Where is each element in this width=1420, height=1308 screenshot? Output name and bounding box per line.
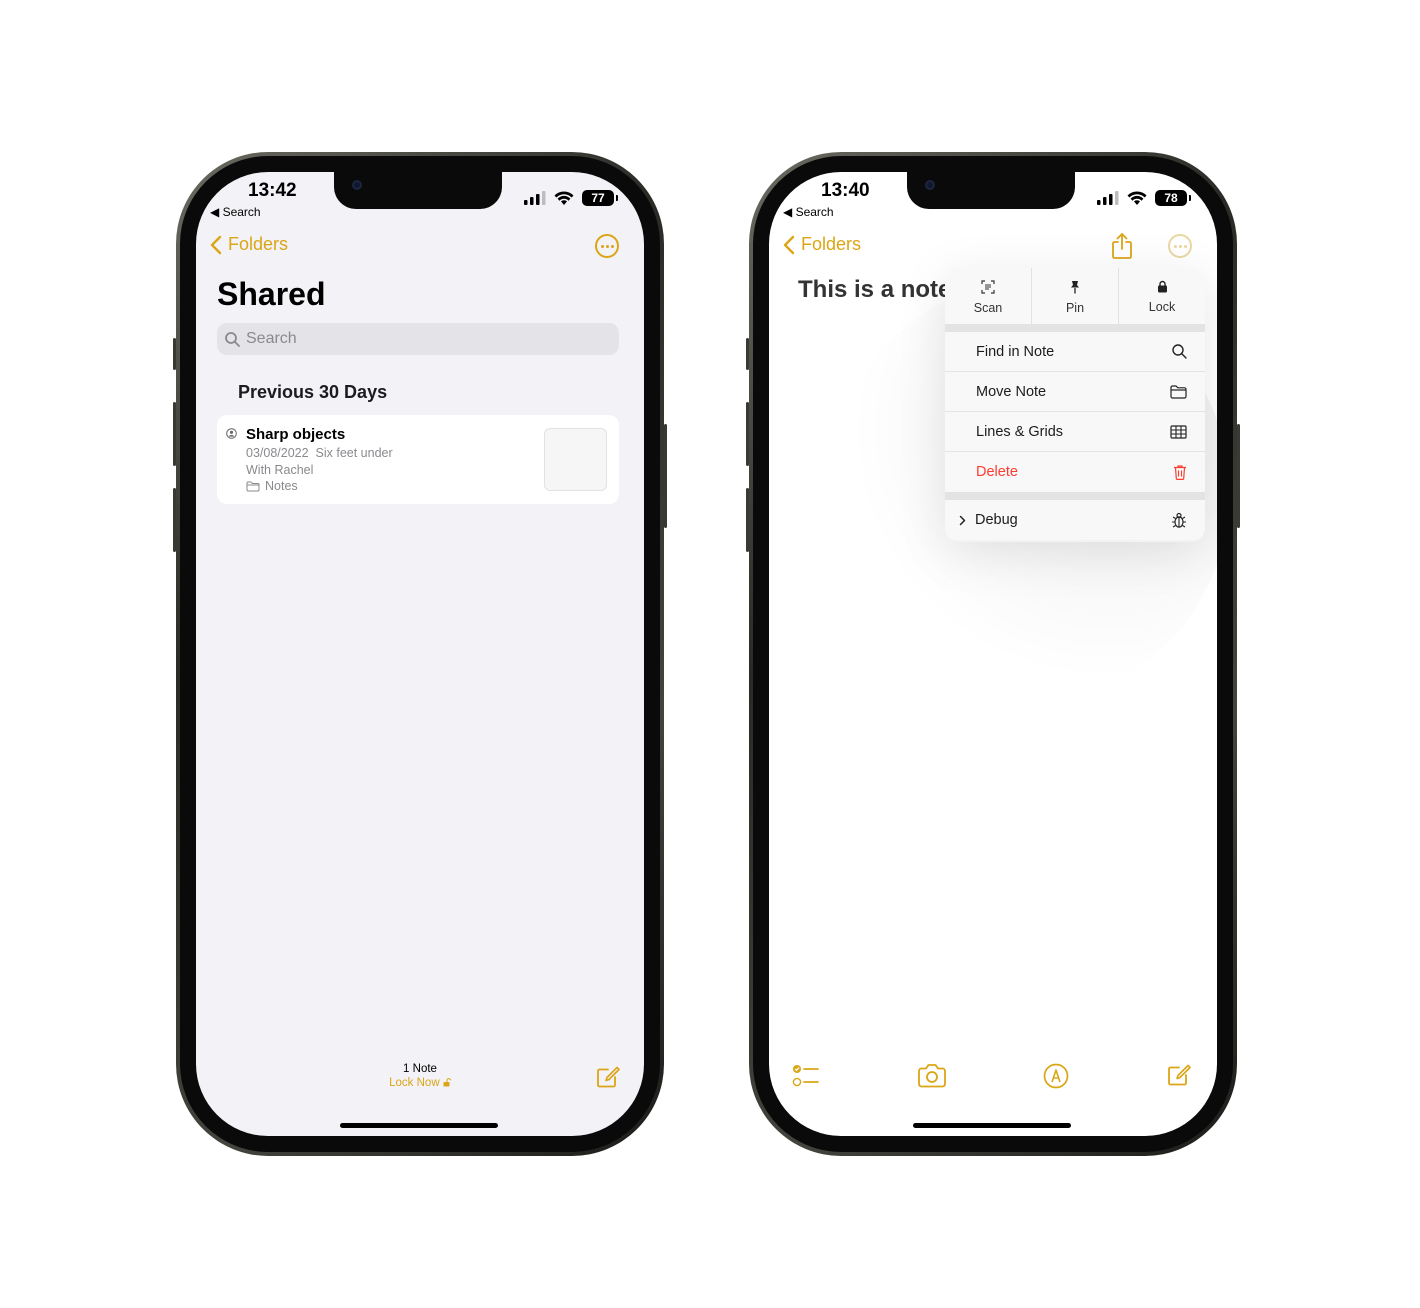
unlocked-icon (443, 1078, 451, 1087)
status-icons: 77 (524, 190, 618, 206)
folders-back-label: Folders (228, 234, 289, 254)
markup-pen-icon[interactable] (1043, 1063, 1069, 1089)
compose-icon[interactable] (596, 1065, 620, 1089)
wifi-icon (554, 190, 574, 205)
note-date-preview: 03/08/2022 Six feet under (246, 446, 393, 460)
home-indicator[interactable] (913, 1123, 1071, 1128)
camera-icon[interactable] (917, 1063, 947, 1089)
folders-back-button[interactable]: Folders (210, 234, 288, 255)
note-folder-name: Notes (265, 479, 298, 493)
search-placeholder: Search (246, 330, 297, 347)
lock-now-label: Lock Now (389, 1077, 440, 1089)
menu-quick-actions: Scan Pin Lock (945, 268, 1205, 324)
search-icon (225, 331, 240, 347)
wifi-icon (1127, 190, 1147, 205)
lock-label: Lock (1148, 300, 1176, 314)
shared-person-icon (226, 428, 237, 439)
move-note-label: Move Note (976, 383, 1047, 400)
share-icon[interactable] (1111, 232, 1133, 260)
debug-submenu-item[interactable]: Debug (945, 500, 1205, 540)
cellular-signal-icon (524, 191, 546, 205)
note-thumbnail (544, 428, 607, 491)
debug-label: Debug (975, 512, 1018, 528)
search-field[interactable]: Search (217, 323, 619, 355)
move-note-item[interactable]: Move Note (945, 372, 1205, 412)
bug-icon (1172, 512, 1186, 528)
scan-label: Scan (973, 301, 1003, 315)
notch (334, 172, 502, 209)
section-header: Previous 30 Days (238, 382, 388, 402)
back-to-search-link[interactable]: ◀ Search (210, 205, 261, 219)
compose-icon[interactable] (1167, 1063, 1191, 1087)
chevron-right-icon (959, 515, 966, 525)
phone-frame-left: 13:42 ◀ Search 77 Folders Shared Search … (173, 152, 667, 1156)
page-title: Shared (217, 276, 326, 312)
more-options-button[interactable] (595, 234, 619, 258)
notes-list-screen: 13:42 ◀ Search 77 Folders Shared Search … (196, 172, 644, 1136)
phone-frame-right: 13:40 ◀ Search 78 Folders This is a note… (746, 152, 1240, 1156)
find-in-note-label: Find in Note (976, 343, 1055, 360)
find-in-note-item[interactable]: Find in Note (945, 332, 1205, 372)
note-list-item[interactable]: Sharp objects 03/08/2022 Six feet under … (217, 415, 619, 504)
status-time: 13:42 (248, 180, 297, 201)
status-time: 13:40 (821, 180, 870, 201)
scan-action[interactable]: Scan (945, 268, 1032, 324)
folders-back-label: Folders (801, 234, 862, 254)
notch (907, 172, 1075, 209)
lock-action[interactable]: Lock (1119, 268, 1205, 324)
lines-grids-item[interactable]: Lines & Grids (945, 412, 1205, 452)
pin-label: Pin (1065, 301, 1085, 315)
delete-label: Delete (976, 464, 1018, 480)
delete-item[interactable]: Delete (945, 452, 1205, 492)
note-title: Sharp objects (246, 426, 346, 443)
checklist-icon[interactable] (792, 1063, 820, 1089)
chevron-left-icon (210, 235, 222, 254)
grid-icon (1170, 424, 1187, 439)
back-to-search-link[interactable]: ◀ Search (783, 205, 834, 219)
battery-indicator: 78 (1155, 190, 1191, 206)
lock-now-button[interactable]: Lock Now (196, 1077, 644, 1089)
more-options-menu: Scan Pin Lock Find in Note Move Note Lin… (945, 268, 1205, 542)
note-body-title[interactable]: This is a note (798, 276, 951, 304)
chevron-left-icon (783, 235, 795, 254)
home-indicator[interactable] (340, 1123, 498, 1128)
cellular-signal-icon (1097, 191, 1119, 205)
folder-icon (246, 481, 260, 491)
trash-icon (1174, 465, 1186, 480)
pin-action[interactable]: Pin (1032, 268, 1119, 324)
lock-icon (1157, 280, 1167, 293)
note-date: 03/08/2022 (246, 446, 309, 460)
lines-grids-label: Lines & Grids (976, 423, 1064, 440)
note-editor-screen: 13:40 ◀ Search 78 Folders This is a note… (769, 172, 1217, 1136)
note-preview: Six feet under (315, 446, 393, 460)
scan-icon (981, 280, 995, 294)
search-icon (1172, 344, 1187, 359)
folders-back-button[interactable]: Folders (783, 234, 861, 255)
battery-indicator: 77 (582, 190, 618, 206)
folder-icon (1170, 384, 1187, 399)
note-count: 1 Note (403, 1063, 437, 1075)
pin-icon (1071, 281, 1079, 294)
more-options-button[interactable] (1168, 234, 1192, 258)
note-folder: Notes (246, 479, 298, 493)
note-shared-with: With Rachel (246, 463, 314, 477)
status-icons: 78 (1097, 190, 1191, 206)
